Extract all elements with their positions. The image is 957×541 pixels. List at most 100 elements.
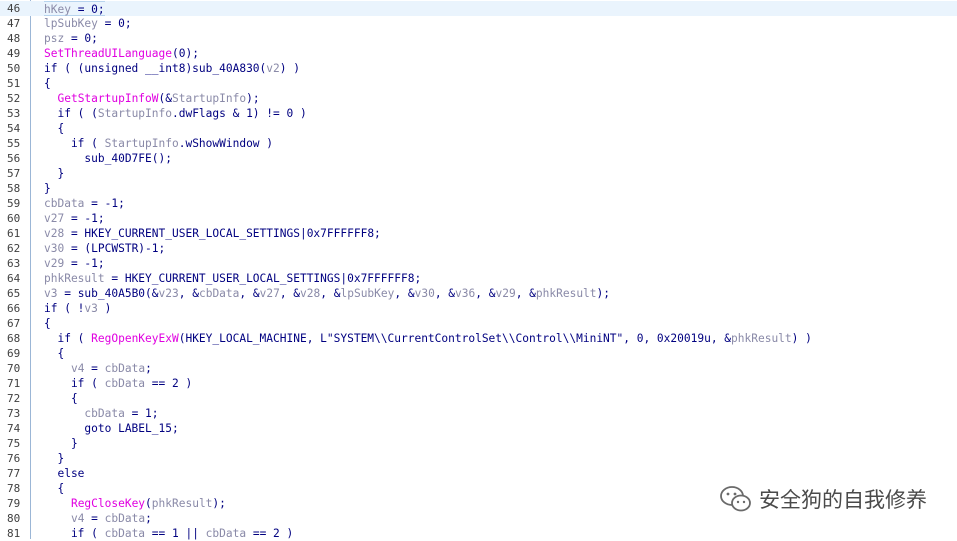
code-line[interactable]: 59 cbData = -1;: [0, 196, 957, 211]
variable-token[interactable]: cbData: [84, 407, 124, 420]
variable-token[interactable]: phkResult: [152, 497, 213, 510]
pseudocode-editor[interactable]: 46 hKey = 0; 47 lpSubKey = 0; 48 psz = 0; 49 Se…: [0, 0, 957, 540]
code-line[interactable]: 58}: [0, 181, 957, 196]
variable-token[interactable]: phkResult: [536, 287, 597, 300]
code-line[interactable]: 54 {: [0, 121, 957, 136]
code-line[interactable]: 67 {: [0, 316, 957, 331]
variable-token[interactable]: v30: [415, 287, 435, 300]
code-text[interactable]: {: [44, 76, 51, 91]
code-text[interactable]: lpSubKey = 0;: [44, 16, 132, 31]
code-text[interactable]: if ( (StartupInfo.dwFlags & 1) != 0 ): [44, 106, 306, 121]
code-text[interactable]: sub_40D7FE();: [44, 151, 172, 166]
variable-token[interactable]: cbData: [206, 527, 246, 540]
code-text[interactable]: {: [44, 346, 64, 361]
variable-token[interactable]: v3: [44, 287, 57, 300]
variable-token[interactable]: v23: [159, 287, 179, 300]
code-line[interactable]: 57 }: [0, 166, 957, 181]
code-text[interactable]: {: [44, 481, 64, 496]
code-line[interactable]: 49 SetThreadUILanguage(0);: [0, 46, 957, 61]
code-text[interactable]: cbData = 1;: [44, 406, 158, 421]
variable-token[interactable]: cbData: [105, 512, 145, 525]
code-line[interactable]: 60 v27 = -1;: [0, 211, 957, 226]
variable-token[interactable]: v36: [455, 287, 475, 300]
code-line[interactable]: 63 v29 = -1;: [0, 256, 957, 271]
variable-token[interactable]: v3: [84, 302, 97, 315]
code-line[interactable]: 75 }: [0, 436, 957, 451]
function-token[interactable]: GetStartupInfoW: [57, 92, 158, 105]
code-text[interactable]: }: [44, 451, 64, 466]
code-line[interactable]: 48 psz = 0;: [0, 31, 957, 46]
code-line[interactable]: 65 v3 = sub_40A5B0(&v23, &cbData, &v27, &…: [0, 286, 957, 301]
variable-token[interactable]: cbData: [105, 377, 145, 390]
variable-token[interactable]: psz: [44, 32, 64, 45]
code-text[interactable]: v4 = cbData;: [44, 511, 152, 526]
code-text[interactable]: v4 = cbData;: [44, 361, 152, 376]
code-text[interactable]: v27 = -1;: [44, 211, 105, 226]
code-text[interactable]: RegCloseKey(phkResult);: [44, 496, 226, 511]
code-line[interactable]: 55 if ( StartupInfo.wShowWindow ): [0, 136, 957, 151]
code-line[interactable]: 66 if ( !v3 ): [0, 301, 957, 316]
code-line[interactable]: 53 if ( (StartupInfo.dwFlags & 1) != 0 ): [0, 106, 957, 121]
variable-token[interactable]: v2: [266, 62, 279, 75]
code-line[interactable]: 52 GetStartupInfoW(&StartupInfo);: [0, 91, 957, 106]
variable-token[interactable]: phkResult: [731, 332, 792, 345]
code-text[interactable]: v3 = sub_40A5B0(&v23, &cbData, &v27, &v2…: [44, 286, 610, 301]
code-text[interactable]: if ( cbData == 2 ): [44, 376, 192, 391]
code-line[interactable]: 76 }: [0, 451, 957, 466]
code-line[interactable]: 69 {: [0, 346, 957, 361]
code-line[interactable]: 73 cbData = 1;: [0, 406, 957, 421]
variable-token[interactable]: v29: [44, 257, 64, 270]
code-text[interactable]: else: [44, 466, 84, 481]
variable-token[interactable]: v4: [71, 362, 84, 375]
code-text[interactable]: SetThreadUILanguage(0);: [44, 46, 199, 61]
variable-token[interactable]: hKey: [44, 3, 71, 16]
variable-token[interactable]: v4: [71, 512, 84, 525]
code-line[interactable]: 70 v4 = cbData;: [0, 361, 957, 376]
code-line[interactable]: 62 v30 = (LPCWSTR)-1;: [0, 241, 957, 256]
code-line[interactable]: 72 {: [0, 391, 957, 406]
code-text[interactable]: hKey = 0;: [44, 1, 105, 16]
code-line[interactable]: 51 {: [0, 76, 957, 91]
code-line[interactable]: 71 if ( cbData == 2 ): [0, 376, 957, 391]
code-line[interactable]: 68 if ( RegOpenKeyExW(HKEY_LOCAL_MACHINE…: [0, 331, 957, 346]
code-text[interactable]: {: [44, 316, 51, 331]
code-line[interactable]: 74 goto LABEL_15;: [0, 421, 957, 436]
code-text[interactable]: }: [44, 181, 51, 196]
variable-token[interactable]: v27: [260, 287, 280, 300]
code-line[interactable]: 46 hKey = 0;: [0, 1, 957, 16]
code-text[interactable]: if ( !v3 ): [44, 301, 111, 316]
code-line[interactable]: 56 sub_40D7FE();: [0, 151, 957, 166]
function-token[interactable]: SetThreadUILanguage: [44, 47, 172, 60]
variable-token[interactable]: StartupInfo: [172, 92, 246, 105]
code-text[interactable]: GetStartupInfoW(&StartupInfo);: [44, 91, 259, 106]
function-token[interactable]: RegOpenKeyExW: [91, 332, 179, 345]
code-text[interactable]: if ( StartupInfo.wShowWindow ): [44, 136, 273, 151]
variable-token[interactable]: v29: [495, 287, 515, 300]
variable-token[interactable]: cbData: [105, 527, 145, 540]
code-line[interactable]: 61 v28 = HKEY_CURRENT_USER_LOCAL_SETTINGS…: [0, 226, 957, 241]
code-text[interactable]: {: [44, 391, 78, 406]
code-text[interactable]: }: [44, 436, 78, 451]
code-text[interactable]: v28 = HKEY_CURRENT_USER_LOCAL_SETTINGS|0…: [44, 226, 381, 241]
variable-token[interactable]: cbData: [44, 197, 84, 210]
code-text[interactable]: v30 = (LPCWSTR)-1;: [44, 241, 165, 256]
code-text[interactable]: }: [44, 166, 64, 181]
code-line[interactable]: 77 else: [0, 466, 957, 481]
code-text[interactable]: goto LABEL_15;: [44, 421, 178, 436]
code-line[interactable]: 47 lpSubKey = 0;: [0, 16, 957, 31]
code-text[interactable]: cbData = -1;: [44, 196, 125, 211]
variable-token[interactable]: v28: [44, 227, 64, 240]
variable-token[interactable]: lpSubKey: [340, 287, 394, 300]
variable-token[interactable]: cbData: [199, 287, 239, 300]
variable-token[interactable]: cbData: [105, 362, 145, 375]
variable-token[interactable]: v27: [44, 212, 64, 225]
code-text[interactable]: {: [44, 121, 64, 136]
code-text[interactable]: v29 = -1;: [44, 256, 105, 271]
code-line[interactable]: 50 if ( (unsigned __int8)sub_40A830(v2) ): [0, 61, 957, 76]
variable-token[interactable]: lpSubKey: [44, 17, 98, 30]
code-text[interactable]: phkResult = HKEY_CURRENT_USER_LOCAL_SETT…: [44, 271, 421, 286]
function-token[interactable]: RegCloseKey: [71, 497, 145, 510]
variable-token[interactable]: StartupInfo: [98, 107, 172, 120]
variable-token[interactable]: phkResult: [44, 272, 105, 285]
code-text[interactable]: psz = 0;: [44, 31, 98, 46]
